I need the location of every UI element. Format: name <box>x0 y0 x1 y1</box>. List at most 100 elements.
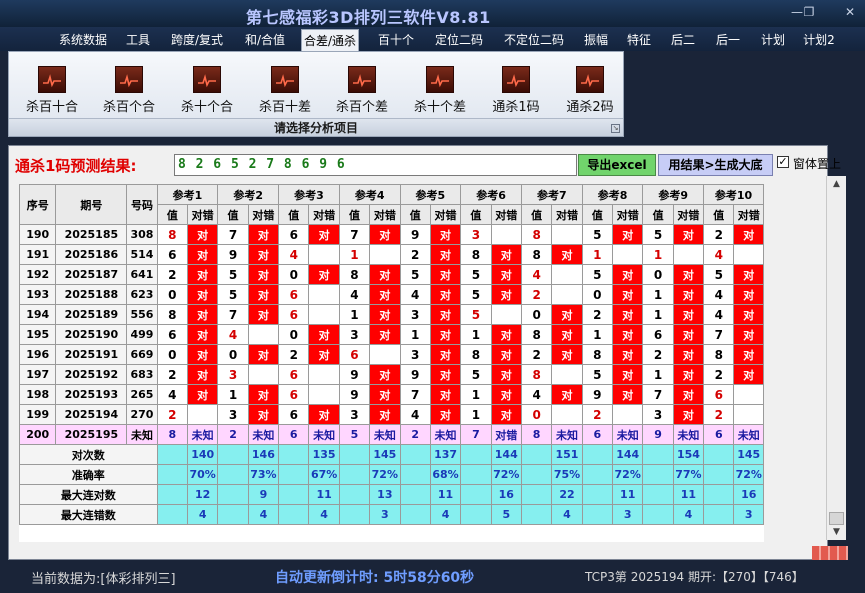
pending-row[interactable]: 200 2025195 未知 8 未知 2 未知 6 未知 5 未知 2 未知 7 对错 8 未知 6 未知 9 未知 6… <box>19 424 764 445</box>
maximize-icon[interactable]: ❐ <box>801 5 817 19</box>
col-header-result[interactable]: 对错 <box>672 204 705 225</box>
menu-item-6[interactable]: 百十个 <box>377 29 415 51</box>
menu-item-2[interactable]: 工具 <box>124 29 152 51</box>
stats-value: 144 <box>612 444 644 465</box>
menu-item-4[interactable]: 和/合值 <box>242 29 288 51</box>
ref-result-right: 对 <box>490 244 522 265</box>
ref-value: 4 <box>217 324 249 345</box>
generate-base-button[interactable]: 用结果>生成大底 <box>658 154 773 176</box>
stats-label: 准确率 <box>19 464 158 485</box>
table-row[interactable]: 197 2025192 683 2 对 3 6 9 对 9 对 5 对 8 5 对 1 对 2 对 <box>19 364 764 385</box>
row-period: 2025190 <box>55 324 128 345</box>
col-header-value[interactable]: 值 <box>278 204 310 225</box>
stay-on-top-checkbox[interactable]: ✓ <box>777 156 789 168</box>
menu-item-11[interactable]: 后二 <box>669 29 697 51</box>
col-header-ref-6[interactable]: 参考6 <box>460 184 522 205</box>
col-header-value[interactable]: 值 <box>581 204 614 225</box>
table-row[interactable]: 192 2025187 641 2 对 5 对 0 对 8 对 5 对 5 对 4 5 对 0 对 5 对 <box>19 264 764 285</box>
stats-row: 最大连错数 4 4 4 3 4 5 4 3 4 3 <box>19 504 764 525</box>
col-header-result[interactable]: 对错 <box>186 204 219 225</box>
table-row[interactable]: 190 2025185 308 8 对 7 对 6 对 7 对 9 对 3 8 5 对 5 对 2 对 <box>19 224 764 245</box>
menu-item-5[interactable]: 合差/通杀 <box>301 29 359 51</box>
col-header-result[interactable]: 对错 <box>369 204 401 225</box>
col-header-result[interactable]: 对错 <box>612 204 644 225</box>
row-number: 641 <box>126 264 158 285</box>
col-header-value[interactable]: 值 <box>156 204 189 225</box>
app-title: 第七感福彩3D排列三软件V8.81 <box>246 8 491 27</box>
ribbon-button-5[interactable]: 杀百个差 <box>324 66 400 118</box>
menu-item-7[interactable]: 定位二码 <box>433 29 485 51</box>
dialog-launcher-icon[interactable]: ↘ <box>611 124 620 133</box>
col-header-result[interactable]: 对错 <box>429 204 462 225</box>
close-icon[interactable]: ✕ <box>842 5 858 19</box>
ribbon-button-3[interactable]: 杀十个合 <box>169 66 245 118</box>
ribbon-button-1[interactable]: 杀百十合 <box>14 66 90 118</box>
vertical-scrollbar[interactable]: ▲ ▼ <box>826 176 846 540</box>
pending-result: 未知 <box>429 424 462 445</box>
menu-item-12[interactable]: 后一 <box>714 29 742 51</box>
col-header-value[interactable]: 值 <box>217 204 249 225</box>
table-row[interactable]: 194 2025189 556 8 对 7 对 6 1 对 3 对 5 0 对 2 对 1 对 4 对 <box>19 304 764 325</box>
col-header-value[interactable]: 值 <box>460 204 492 225</box>
ribbon-button-2[interactable]: 杀百个合 <box>91 66 167 118</box>
ref-result-right: 对 <box>247 384 280 405</box>
col-header-ref-10[interactable]: 参考10 <box>703 184 764 205</box>
col-header-value[interactable]: 值 <box>399 204 431 225</box>
col-header-value[interactable]: 值 <box>520 204 553 225</box>
row-seq: 191 <box>19 244 57 265</box>
table-row[interactable]: 198 2025193 265 4 对 1 对 6 9 对 7 对 1 对 4 对 9 对 7 对 6 <box>19 384 764 405</box>
col-header-value[interactable]: 值 <box>703 204 735 225</box>
stats-spacer <box>520 504 553 525</box>
table-row[interactable]: 199 2025194 270 2 3 对 6 对 3 对 4 对 1 对 0 2 3 对 2 <box>19 404 764 425</box>
col-header-result[interactable]: 对错 <box>733 204 764 225</box>
stats-spacer <box>278 504 310 525</box>
menu-item-14[interactable]: 计划2 <box>801 29 837 51</box>
menu-item-1[interactable]: 系统数据 <box>56 29 110 51</box>
col-header-result[interactable]: 对错 <box>551 204 583 225</box>
col-header-ref-1[interactable]: 参考1 <box>156 184 219 205</box>
ribbon-button-6[interactable]: 杀十个差 <box>402 66 478 118</box>
table-row[interactable]: 191 2025186 514 6 对 9 对 4 1 2 对 8 对 8 对 1 1 4 <box>19 244 764 265</box>
table-row[interactable]: 196 2025191 669 0 对 0 对 2 对 6 3 对 8 对 2 对 8 对 2 对 8 对 <box>19 344 764 365</box>
menu-item-3[interactable]: 跨度/复式 <box>168 29 226 51</box>
table-row[interactable]: 193 2025188 623 0 对 5 对 6 4 对 4 对 5 对 2 0 对 1 对 4 对 <box>19 284 764 305</box>
col-header-ref-4[interactable]: 参考4 <box>338 184 401 205</box>
stats-value: 11 <box>612 484 644 505</box>
ribbon-button-8[interactable]: 通杀2码 <box>552 66 628 118</box>
ref-value: 6 <box>278 404 310 425</box>
ribbon-button-4[interactable]: 杀百十差 <box>247 66 323 118</box>
col-header-period[interactable]: 期号 <box>55 184 128 225</box>
scroll-down-icon[interactable]: ▼ <box>827 524 846 540</box>
ref-result-right: 对 <box>308 404 340 425</box>
col-header-seq[interactable]: 序号 <box>19 184 57 225</box>
menu-item-9[interactable]: 振幅 <box>582 29 610 51</box>
ref-result-empty <box>612 244 644 265</box>
col-header-ref-5[interactable]: 参考5 <box>399 184 462 205</box>
col-header-result[interactable]: 对错 <box>308 204 340 225</box>
menu-item-13[interactable]: 计划 <box>759 29 787 51</box>
col-header-ref-8[interactable]: 参考8 <box>581 184 644 205</box>
row-period: 2025187 <box>55 264 128 285</box>
col-header-result[interactable]: 对错 <box>490 204 522 225</box>
menu-item-8[interactable]: 不定位二码 <box>501 29 567 51</box>
ref-value: 9 <box>399 224 431 245</box>
stats-spacer <box>399 444 431 465</box>
col-header-ref-3[interactable]: 参考3 <box>278 184 340 205</box>
export-excel-button[interactable]: 导出excel <box>578 154 656 176</box>
col-header-ref-7[interactable]: 参考7 <box>520 184 583 205</box>
ribbon-button-7[interactable]: 通杀1码 <box>478 66 554 118</box>
col-header-value[interactable]: 值 <box>338 204 371 225</box>
row-number: 669 <box>126 344 158 365</box>
col-header-ref-2[interactable]: 参考2 <box>217 184 280 205</box>
scroll-up-icon[interactable]: ▲ <box>827 176 846 192</box>
prediction-result-field[interactable]: 8 2 6 5 2 7 8 6 9 6 <box>174 154 577 176</box>
col-header-result[interactable]: 对错 <box>247 204 280 225</box>
menu-item-10[interactable]: 特征 <box>625 29 653 51</box>
ref-value: 7 <box>399 384 431 405</box>
col-header-value[interactable]: 值 <box>642 204 674 225</box>
ref-value: 4 <box>703 284 735 305</box>
col-header-ref-9[interactable]: 参考9 <box>642 184 705 205</box>
col-header-number[interactable]: 号码 <box>126 184 158 225</box>
ref-result-right: 对 <box>186 304 219 325</box>
table-row[interactable]: 195 2025190 499 6 对 4 0 对 3 对 1 对 1 对 8 对 1 对 6 对 7 对 <box>19 324 764 345</box>
